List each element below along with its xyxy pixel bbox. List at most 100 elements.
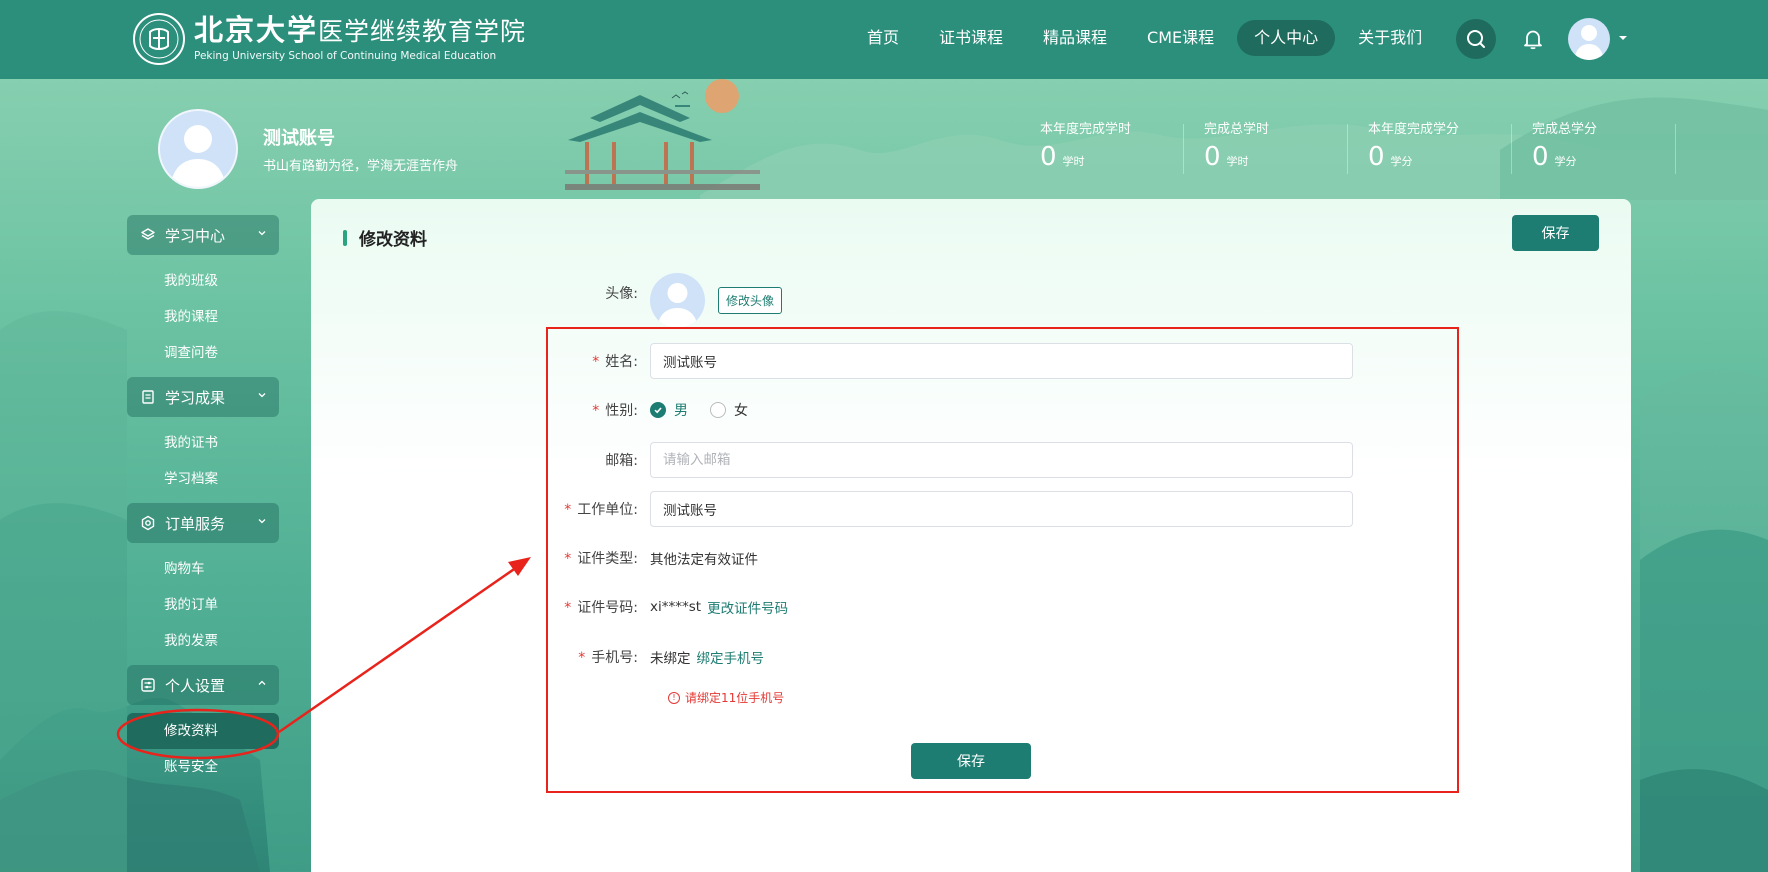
change-id-number-link[interactable]: 更改证件号码 [707,597,788,617]
sidebar-group-label: 学习成果 [165,388,226,407]
nav-cme-courses[interactable]: CME课程 [1130,20,1231,56]
sidebar-item-surveys[interactable]: 调查问卷 [127,335,279,371]
default-user-icon [1574,25,1604,60]
form-row-phone: * 手机号: 未绑定 绑定手机号 [540,639,764,675]
settings-hex-icon [139,514,157,532]
radio-label: 女 [734,403,748,419]
sidebar-menu: 学习中心 我的班级 我的课程 调查问卷 学习成果 我的证书 学习档案 订单服务 [127,215,279,791]
title-accent-bar [343,229,347,246]
stat-label: 完成总学分 [1532,122,1598,137]
stat-label: 本年度完成学分 [1368,122,1460,137]
stat-value: 0 [1532,142,1549,172]
sidebar-group-label: 学习中心 [165,226,226,245]
sidebar-item-my-invoices[interactable]: 我的发票 [127,623,279,659]
stat-year-credits: 本年度完成学分 0 学分 [1348,118,1512,176]
search-button[interactable] [1456,19,1496,59]
phone-value: 未绑定 [650,651,691,667]
logo-english-name: Peking University School of Continuing M… [194,50,497,62]
change-avatar-button[interactable]: 修改头像 [718,287,783,314]
stat-total-credits: 完成总学分 0 学分 [1512,118,1676,176]
profile-avatar [158,109,238,189]
sidebar-group-header[interactable]: 个人设置 [127,665,279,705]
chevron-down-icon [258,393,266,398]
default-user-icon [657,283,698,328]
bind-phone-link[interactable]: 绑定手机号 [697,647,765,667]
radio-label: 男 [674,403,688,419]
id-number-value: xi****st [650,599,702,615]
sidebar-group-header[interactable]: 学习中心 [127,215,279,255]
chevron-up-icon [258,680,266,685]
gender-label: * 性别: [592,403,638,419]
sidebar-group-label: 订单服务 [165,514,226,533]
form-row-id-type: * 证件类型: 其他法定有效证件 [540,540,758,576]
required-mark: * [564,502,572,518]
sidebar-group-label: 个人设置 [165,676,226,695]
gender-radio-male[interactable]: 男 [650,400,688,420]
work-unit-input[interactable] [650,491,1353,527]
form-row-id-number: * 证件号码: xi****st 更改证件号码 [540,589,788,625]
sidebar-item-edit-profile[interactable]: 修改资料 [127,713,279,749]
user-avatar[interactable] [1568,18,1610,60]
stat-unit: 学分 [1554,155,1577,168]
save-button-top[interactable]: 保存 [1512,215,1599,251]
sidebar-item-shopping-cart[interactable]: 购物车 [127,551,279,587]
sliders-icon [139,676,157,694]
logo-chinese-name: 北京大学医学继续教育学院 [194,13,527,47]
save-button-bottom[interactable]: 保存 [911,743,1031,779]
sidebar-group-order-service: 订单服务 购物车 我的订单 我的发票 [127,503,279,665]
id-type-value: 其他法定有效证件 [650,552,758,568]
edit-profile-card: 修改资料 保存 头像: 修改头像 *姓名: *性别: 男 女 [311,199,1631,872]
stat-total-hours: 完成总学时 0 学时 [1184,118,1348,176]
required-mark: * [592,403,600,419]
required-mark: * [578,650,586,666]
chevron-down-icon [258,231,266,236]
top-navigation-bar: 北京大学医学继续教育学院 Peking University School of… [0,0,1768,79]
nav-about-us[interactable]: 关于我们 [1341,20,1439,56]
sidebar-item-my-classes[interactable]: 我的班级 [127,263,279,299]
sidebar-item-account-security[interactable]: 账号安全 [127,749,279,785]
search-icon [1467,30,1485,48]
notification-button[interactable] [1513,19,1553,59]
form-row-work-unit: * 工作单位: [540,491,1353,527]
sidebar-item-my-certificates[interactable]: 我的证书 [127,425,279,461]
stat-label: 完成总学时 [1204,122,1270,137]
nav-home[interactable]: 首页 [850,20,916,56]
stat-unit: 学时 [1226,155,1249,168]
name-label: * 姓名: [592,354,638,370]
default-user-icon [170,125,226,187]
stat-unit: 学时 [1062,155,1085,168]
id-type-label: * 证件类型: [564,551,638,567]
required-mark: * [592,354,600,370]
chevron-down-icon [258,519,266,524]
id-number-label: * 证件号码: [564,600,638,616]
stat-value: 0 [1204,142,1221,172]
gender-radio-female[interactable]: 女 [710,400,748,420]
form-row-email: 邮箱: [540,442,1353,478]
email-input[interactable] [650,442,1353,478]
form-row-avatar: 头像: 修改头像 [540,273,783,328]
email-label: 邮箱: [605,453,638,469]
sidebar-item-my-courses[interactable]: 我的课程 [127,299,279,335]
avatar-label: 头像: [605,286,638,302]
name-input[interactable] [650,343,1353,379]
nav-premium-courses[interactable]: 精品课程 [1026,20,1124,56]
bell-icon [1524,30,1542,50]
nav-personal-center[interactable]: 个人中心 [1237,20,1336,56]
work-unit-label: * 工作单位: [564,502,638,518]
peking-university-emblem-icon [133,13,185,65]
sidebar-group-header[interactable]: 订单服务 [127,503,279,543]
site-logo[interactable]: 北京大学医学继续教育学院 Peking University School of… [132,12,526,66]
required-mark: * [564,551,572,567]
radio-unchecked-icon [710,402,726,418]
stat-unit: 学分 [1390,155,1413,168]
sidebar-item-learning-records[interactable]: 学习档案 [127,461,279,497]
sidebar-item-my-orders[interactable]: 我的订单 [127,587,279,623]
stat-value: 0 [1040,142,1057,172]
avatar-preview [650,273,705,328]
sidebar-group-header[interactable]: 学习成果 [127,377,279,417]
sidebar-group-learning-center: 学习中心 我的班级 我的课程 调查问卷 [127,215,279,377]
form-row-name: * 姓名: [540,343,1353,379]
phone-error-row: ! 请绑定11位手机号 [668,689,784,706]
nav-certificate-courses[interactable]: 证书课程 [922,20,1020,56]
caret-down-icon[interactable] [1618,33,1628,43]
